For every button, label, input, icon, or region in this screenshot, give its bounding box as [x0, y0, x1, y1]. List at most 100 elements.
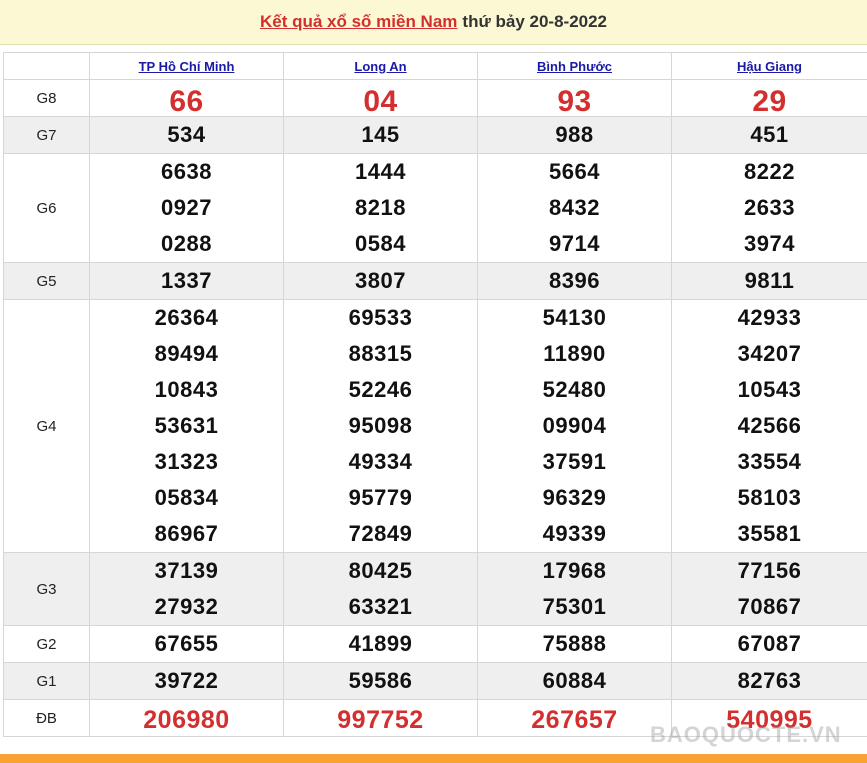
result-number: 8396 — [549, 268, 600, 293]
result-number: 41899 — [348, 631, 413, 656]
result-cell: 59586 — [283, 662, 478, 700]
result-cell: 67087 — [671, 625, 867, 663]
result-cell: 69533 88315 52246 95098 49334 95779 72849 — [283, 299, 478, 553]
result-number: 52246 — [348, 377, 413, 402]
result-cell: 9811 — [671, 262, 867, 300]
prize-row-đb: ĐB 206980 997752 267657 540995 — [3, 699, 867, 737]
result-cell: 29 — [671, 79, 867, 118]
result-number: 145 — [361, 122, 400, 147]
result-number: 31323 — [154, 449, 219, 474]
result-number: 93 — [557, 85, 592, 118]
prize-row-g6: G6 6638 0927 0288 1444 8218 0584 5664 8432 9714 82… — [3, 153, 867, 263]
result-number: 70867 — [737, 594, 802, 619]
result-number: 80425 — [348, 558, 413, 583]
result-number: 0584 — [355, 231, 406, 256]
result-number: 9714 — [549, 231, 600, 256]
result-number: 534 — [167, 122, 206, 147]
result-number: 95779 — [348, 485, 413, 510]
result-number: 3974 — [744, 231, 795, 256]
prize-label: G1 — [3, 662, 90, 700]
result-number: 540995 — [726, 706, 813, 734]
result-cell: 67655 — [89, 625, 284, 663]
result-number: 26364 — [154, 305, 219, 330]
result-cell: 93 — [477, 79, 672, 118]
result-number: 17968 — [542, 558, 607, 583]
result-number: 451 — [750, 122, 789, 147]
result-number: 89494 — [154, 341, 219, 366]
result-number: 34207 — [737, 341, 802, 366]
result-number: 52480 — [542, 377, 607, 402]
result-cell: 80425 63321 — [283, 552, 478, 626]
prize-row-g1: G1 39722 59586 60884 82763 — [3, 662, 867, 700]
result-number: 37139 — [154, 558, 219, 583]
prize-row-g3: G3 37139 27932 80425 63321 17968 75301 77156 708… — [3, 552, 867, 626]
prize-row-g2: G2 67655 41899 75888 67087 — [3, 625, 867, 663]
result-cell: 54130 11890 52480 09904 37591 96329 49339 — [477, 299, 672, 553]
result-cell: 26364 89494 10843 53631 31323 05834 86967 — [89, 299, 284, 553]
result-cell: 145 — [283, 116, 478, 154]
result-number: 77156 — [737, 558, 802, 583]
result-number: 8218 — [355, 195, 406, 220]
result-number: 53631 — [154, 413, 219, 438]
result-number: 3807 — [355, 268, 406, 293]
result-cell: 988 — [477, 116, 672, 154]
result-cell: 997752 — [283, 699, 478, 737]
result-number: 8222 — [744, 159, 795, 184]
province-link-hcm[interactable]: TP Hồ Chí Minh — [139, 59, 235, 74]
result-number: 0927 — [161, 195, 212, 220]
result-cell: 8396 — [477, 262, 672, 300]
result-cell: 1337 — [89, 262, 284, 300]
result-number: 69533 — [348, 305, 413, 330]
result-number: 39722 — [154, 668, 219, 693]
result-number: 04 — [363, 85, 398, 118]
result-number: 63321 — [348, 594, 413, 619]
prize-label: G4 — [3, 299, 90, 553]
result-number: 33554 — [737, 449, 802, 474]
result-number: 75888 — [542, 631, 607, 656]
result-number: 37591 — [542, 449, 607, 474]
result-number: 10843 — [154, 377, 219, 402]
province-link-hau-giang[interactable]: Hậu Giang — [737, 59, 802, 74]
result-number: 88315 — [348, 341, 413, 366]
result-number: 27932 — [154, 594, 219, 619]
result-number: 49339 — [542, 521, 607, 546]
result-number: 10543 — [737, 377, 802, 402]
prize-label: G8 — [3, 79, 90, 117]
result-number: 0288 — [161, 231, 212, 256]
result-number: 6638 — [161, 159, 212, 184]
result-cell: 77156 70867 — [671, 552, 867, 626]
result-cell: 04 — [283, 79, 478, 118]
result-number: 8432 — [549, 195, 600, 220]
result-cell: 42933 34207 10543 42566 33554 58103 35581 — [671, 299, 867, 553]
result-number: 49334 — [348, 449, 413, 474]
prize-row-g5: G5 1337 3807 8396 9811 — [3, 262, 867, 300]
province-link-long-an[interactable]: Long An — [354, 59, 406, 74]
result-cell: 17968 75301 — [477, 552, 672, 626]
result-cell: 451 — [671, 116, 867, 154]
result-number: 96329 — [542, 485, 607, 510]
results-date: thứ bảy 20-8-2022 — [462, 12, 608, 31]
result-cell: 534 — [89, 116, 284, 154]
result-cell: 267657 — [477, 699, 672, 737]
results-title-link[interactable]: Kết quả xổ số miền Nam — [260, 12, 457, 32]
footer-bar — [0, 754, 867, 763]
result-cell: 60884 — [477, 662, 672, 700]
result-cell: 1444 8218 0584 — [283, 153, 478, 263]
prize-row-g7: G7 534 145 988 451 — [3, 116, 867, 154]
results-table: TP Hồ Chí Minh Long An Bình Phước Hậu Gi… — [3, 52, 867, 737]
result-cell: 540995 — [671, 699, 867, 737]
prize-label: ĐB — [3, 699, 90, 737]
prize-row-g4: G4 26364 89494 10843 53631 31323 05834 86967 695… — [3, 299, 867, 553]
result-number: 42933 — [737, 305, 802, 330]
province-link-binh-phuoc[interactable]: Bình Phước — [537, 59, 612, 74]
result-number: 11890 — [543, 341, 606, 366]
result-cell: 41899 — [283, 625, 478, 663]
result-number: 42566 — [737, 413, 802, 438]
result-number: 9811 — [744, 268, 795, 293]
prize-label: G5 — [3, 262, 90, 300]
result-cell: 5664 8432 9714 — [477, 153, 672, 263]
prize-label: G3 — [3, 552, 90, 626]
result-cell: 66 — [89, 79, 284, 118]
result-number: 988 — [555, 122, 594, 147]
result-number: 86967 — [154, 521, 219, 546]
